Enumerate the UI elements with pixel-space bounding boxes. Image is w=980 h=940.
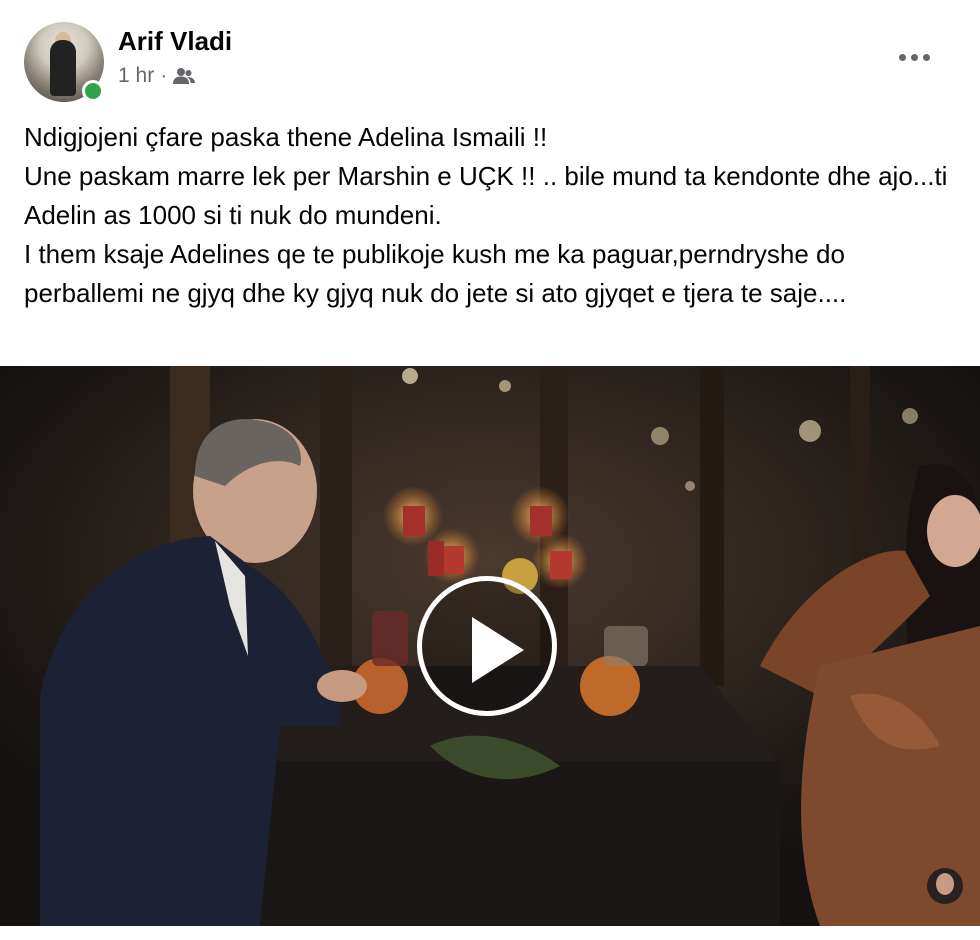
- more-options-icon[interactable]: [894, 42, 934, 72]
- author-avatar[interactable]: [24, 22, 104, 102]
- play-icon[interactable]: [417, 576, 557, 716]
- friends-icon[interactable]: [173, 67, 196, 85]
- post-time[interactable]: 1 hr: [118, 64, 154, 88]
- post-meta: 1 hr ·: [118, 64, 196, 88]
- meta-separator: ·: [160, 64, 168, 87]
- post-text: Ndigjojeni çfare paska thene Adelina Ism…: [24, 122, 948, 308]
- post-header: Arif Vladi 1 hr ·: [0, 0, 980, 110]
- online-status-indicator: [82, 80, 104, 102]
- author-name[interactable]: Arif Vladi: [118, 26, 232, 57]
- post-footer-divider: [0, 926, 980, 940]
